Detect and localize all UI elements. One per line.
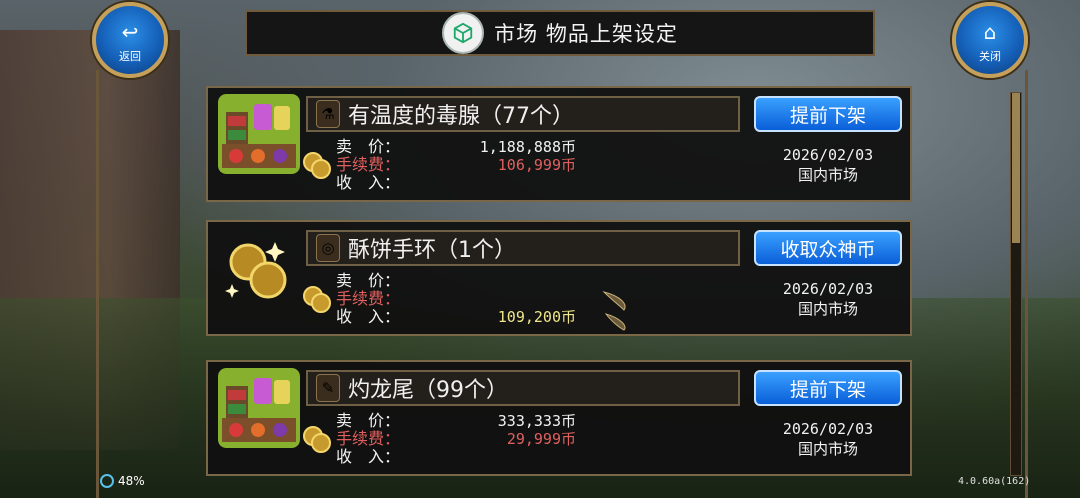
market-stall-icon (218, 368, 300, 448)
item-name-bar: ◎ 酥饼手环（1个） (306, 230, 740, 266)
listing-date: 2026/02/03 (782, 420, 874, 438)
gold-coins-icon (225, 242, 287, 299)
income-value: 109,200币 (497, 308, 576, 326)
battery-percent: 48% (118, 474, 145, 488)
listing-date: 2026/02/03 (782, 280, 874, 298)
scrollbar[interactable] (1010, 92, 1022, 476)
home-icon: ⌂ (983, 20, 997, 44)
price-value: 333,333币 (497, 412, 576, 430)
header-bar: 市场 物品上架设定 (245, 10, 875, 56)
price-rows: 卖 价： 1,188,888币 手续费： 106,999币 收 入： (336, 138, 576, 192)
item-name-bar: ✎ 灼龙尾（99个） (306, 370, 740, 406)
version-label: 4.0.60a(162) (958, 476, 1031, 487)
back-button-label: 返回 (119, 50, 141, 63)
fee-label: 手续费： (336, 289, 401, 308)
dragon-tail-icon: ✎ (316, 374, 340, 402)
listing-card: ✎ 灼龙尾（99个） 卖 价： 333,333币 手续费： 29,999币 收 入：… (206, 360, 912, 476)
coin-icon (303, 286, 331, 313)
income-label: 收 入： (336, 447, 401, 466)
listing-card: ◎ 酥饼手环（1个） 卖 价： 手续费： 收 入： 109,200币 收取众神币 … (206, 220, 912, 336)
item-name-bar: ⚗ 有温度的毒腺（77个） (306, 96, 740, 132)
coin-icon (303, 152, 331, 179)
price-rows: 卖 价： 333,333币 手续费： 29,999币 收 入： (336, 412, 576, 466)
listing-card: ⚗ 有温度的毒腺（77个） 卖 价： 1,188,888币 手续费： 106,999… (206, 86, 912, 202)
scrollbar-thumb[interactable] (1012, 93, 1020, 243)
item-name: 酥饼手环（1个） (348, 238, 516, 263)
close-button-label: 关闭 (979, 50, 1001, 63)
fee-label: 手续费： (336, 429, 401, 448)
delist-early-button[interactable]: 提前下架 (754, 370, 902, 406)
collect-coins-button[interactable]: 收取众神币 (754, 230, 902, 266)
bracelet-icon: ◎ (316, 234, 340, 262)
battery-icon (100, 474, 114, 488)
price-label: 卖 价： (336, 271, 401, 290)
price-label: 卖 价： (336, 411, 401, 430)
battery-status: 48% (100, 474, 145, 488)
market-cube-icon (442, 12, 485, 54)
market-name: 国内市场 (797, 440, 858, 458)
price-value: 1,188,888币 (479, 138, 576, 156)
income-label: 收 入： (336, 173, 401, 192)
item-name: 灼龙尾（99个） (348, 378, 508, 403)
income-label: 收 入： (336, 307, 401, 326)
close-button[interactable]: ⌂ 关闭 (952, 2, 1028, 78)
market-stall-icon (218, 94, 300, 174)
back-arrow-icon: ↩ (121, 20, 139, 44)
price-rows: 卖 价： 手续费： 收 入： 109,200币 (336, 271, 576, 327)
fee-value: 29,999币 (506, 430, 576, 448)
back-button[interactable]: ↩ 返回 (92, 2, 168, 78)
fee-label: 手续费： (336, 155, 401, 174)
market-name: 国内市场 (797, 166, 858, 184)
listing-date: 2026/02/03 (782, 146, 874, 164)
potion-flask-icon: ⚗ (316, 100, 340, 128)
item-name: 有温度的毒腺（77个） (348, 104, 574, 129)
delist-early-button[interactable]: 提前下架 (754, 96, 902, 132)
price-label: 卖 价： (336, 137, 401, 156)
market-name: 国内市场 (797, 300, 858, 318)
page-title: 市场 物品上架设定 (494, 22, 678, 46)
fee-value: 106,999币 (497, 156, 576, 174)
feather-icon (602, 291, 626, 331)
coin-icon (303, 426, 331, 453)
